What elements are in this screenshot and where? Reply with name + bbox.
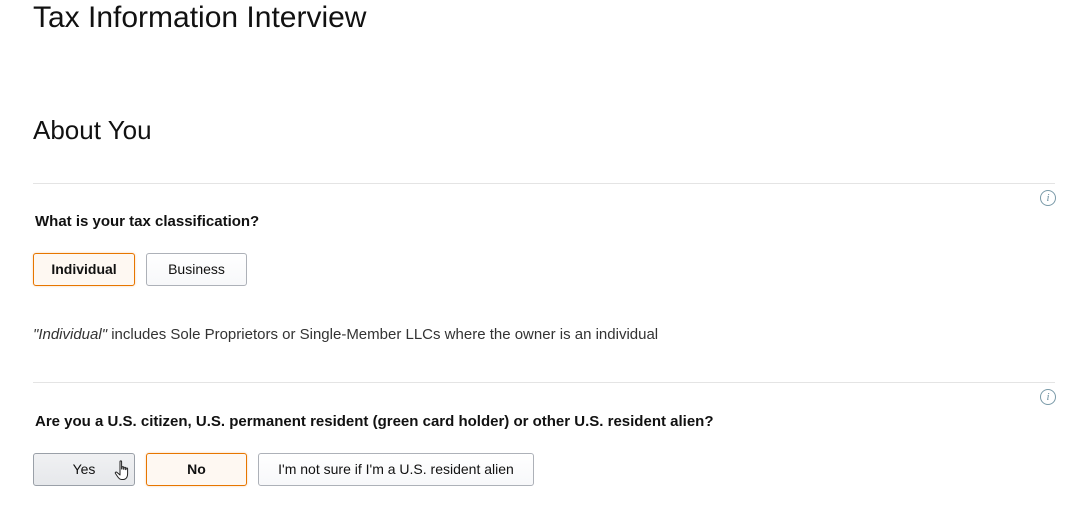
hand-pointer-icon — [114, 460, 129, 480]
business-option-button[interactable]: Business — [146, 253, 247, 286]
no-option-button[interactable]: No — [146, 453, 247, 486]
not-sure-option-button[interactable]: I'm not sure if I'm a U.S. resident alie… — [258, 453, 534, 486]
individual-note: "Individual" includes Sole Proprietors o… — [33, 326, 658, 344]
individual-note-emphasis: "Individual" — [33, 326, 108, 343]
info-icon[interactable]: i — [1040, 190, 1056, 206]
individual-note-text: includes Sole Proprietors or Single-Memb… — [107, 326, 659, 343]
page-title: Tax Information Interview — [33, 1, 367, 34]
section-title: About You — [33, 115, 152, 145]
section-divider — [33, 382, 1055, 383]
info-icon[interactable]: i — [1040, 389, 1056, 405]
section-divider — [33, 183, 1055, 184]
us-person-question: Are you a U.S. citizen, U.S. permanent r… — [35, 413, 714, 430]
tax-classification-question: What is your tax classification? — [35, 213, 260, 230]
individual-option-button[interactable]: Individual — [33, 253, 135, 286]
